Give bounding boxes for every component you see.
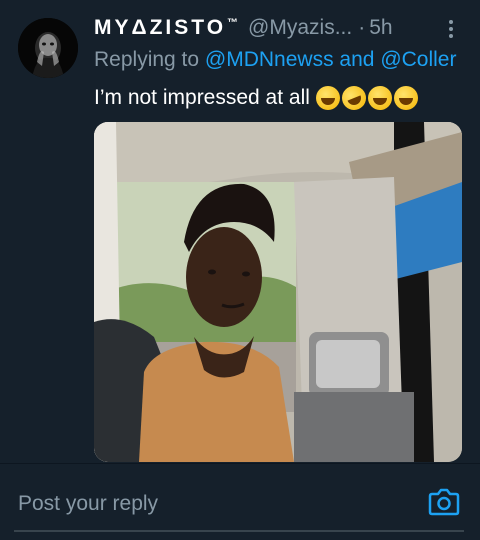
- avatar[interactable]: [18, 18, 78, 78]
- replying-to-line: Replying to @MDNnewss and @Coller: [94, 48, 480, 74]
- reply-composer: Post your reply: [0, 464, 480, 540]
- more-options-icon[interactable]: [444, 18, 458, 40]
- mention-link[interactable]: @MDNnewss: [205, 48, 334, 71]
- tweet-text-content: I’m not impressed at all: [94, 86, 310, 109]
- mention-link[interactable]: @Coller: [380, 48, 456, 71]
- tweet[interactable]: MYΔZISTO™ @Myazis... · 5h Replying to @M…: [0, 0, 480, 462]
- timestamp[interactable]: 5h: [369, 16, 392, 40]
- reply-input-underline: [14, 530, 464, 532]
- trademark-mark: ™: [227, 17, 239, 29]
- tweet-header: MYΔZISTO™ @Myazis... · 5h: [94, 16, 480, 44]
- user-handle[interactable]: @Myazis...: [248, 16, 352, 40]
- rolling-on-the-floor-laughing-icon: [338, 82, 370, 114]
- replying-to-label: Replying to: [94, 48, 200, 71]
- video-frame: [94, 122, 462, 462]
- camera-icon[interactable]: [428, 488, 460, 516]
- tweet-text: I’m not impressed at all: [94, 82, 470, 114]
- face-with-tears-of-joy-icon: [315, 86, 340, 110]
- separator-dot: ·: [358, 16, 366, 39]
- display-name[interactable]: MYΔZISTO™: [94, 16, 238, 40]
- face-with-tears-of-joy-icon: [367, 86, 392, 110]
- face-with-tears-of-joy-icon: [393, 86, 418, 110]
- reply-input[interactable]: Post your reply: [18, 488, 398, 520]
- tweet-video[interactable]: [94, 122, 462, 462]
- mention-joiner[interactable]: and: [339, 48, 374, 71]
- emoji-group: [315, 82, 418, 114]
